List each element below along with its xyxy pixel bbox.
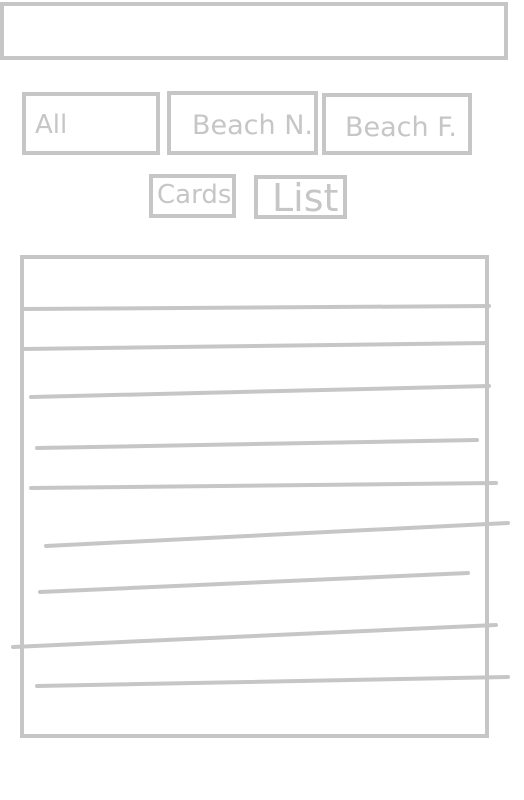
filter-beach-n-button[interactable]: Beach N. xyxy=(167,91,318,155)
view-list-label: List xyxy=(272,176,339,220)
list-panel xyxy=(20,255,489,738)
view-list-button[interactable]: List xyxy=(254,175,347,219)
filter-beach-f-label: Beach F. xyxy=(345,112,457,143)
filter-beach-n-label: Beach N. xyxy=(192,110,313,141)
search-bar[interactable] xyxy=(0,2,508,60)
view-cards-button[interactable]: Cards xyxy=(149,174,236,218)
filter-beach-f-button[interactable]: Beach F. xyxy=(322,93,472,155)
view-cards-label: Cards xyxy=(157,180,232,210)
filter-all-label: All xyxy=(35,110,68,140)
filter-all-button[interactable]: All xyxy=(22,92,160,155)
